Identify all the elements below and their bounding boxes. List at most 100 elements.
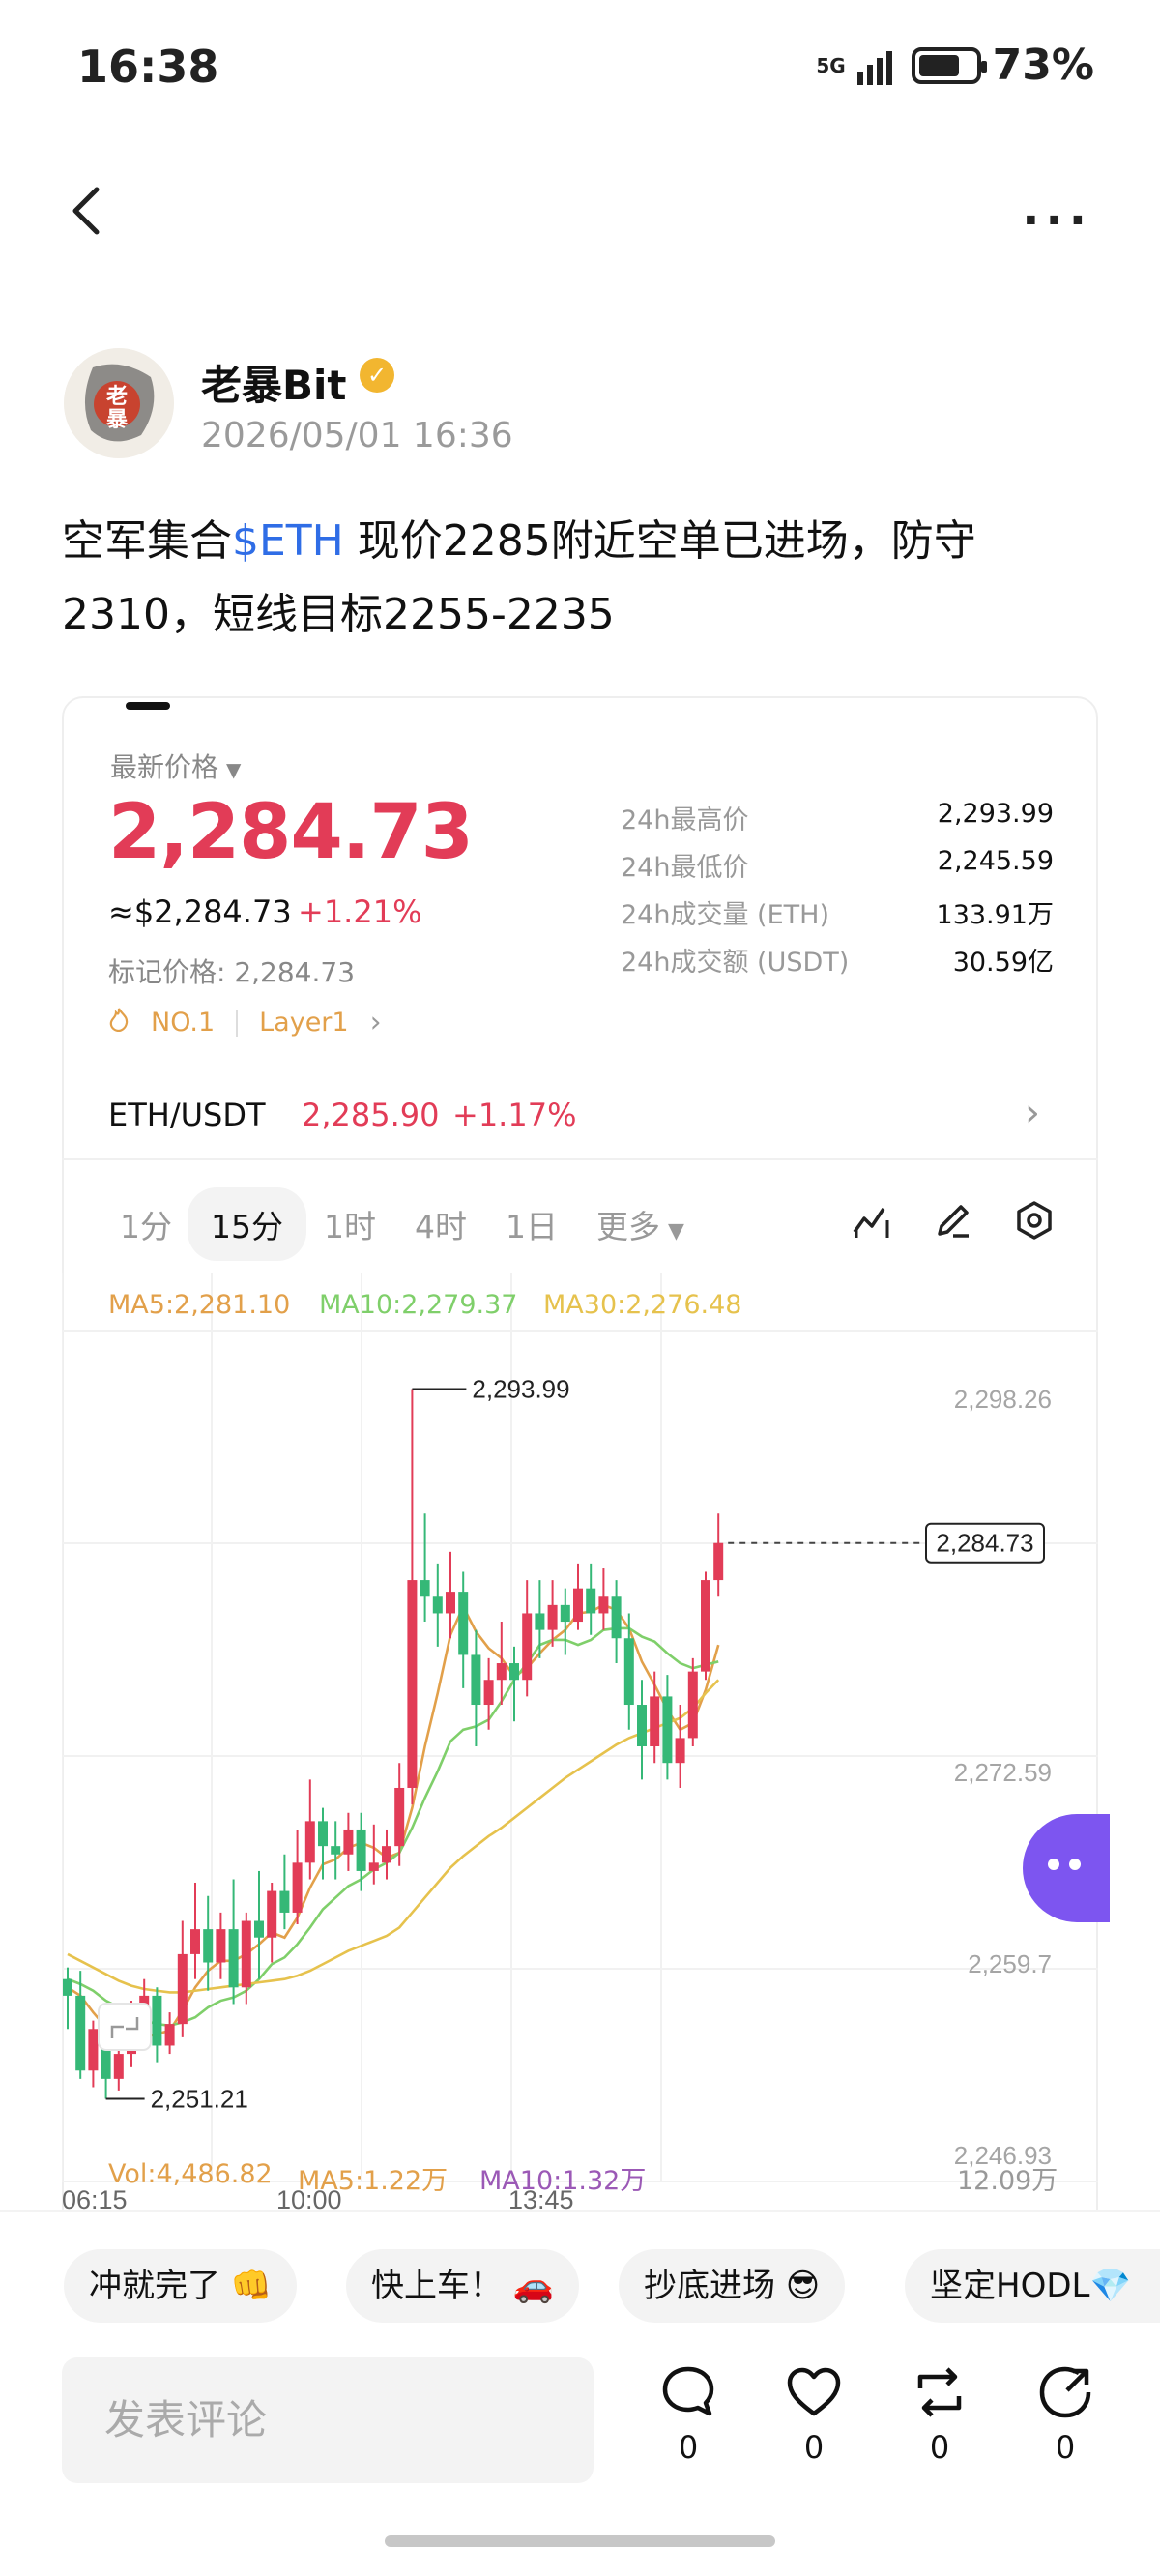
y-tick-label: 2,272.59 — [954, 1758, 1052, 1787]
post-text-before: 空军集合 — [62, 516, 232, 566]
repost-count: 0 — [929, 2429, 950, 2466]
divider — [62, 1158, 1098, 1160]
settings-hex-icon[interactable] — [1013, 1199, 1056, 1242]
avatar[interactable]: 老 暴 — [64, 348, 174, 458]
candle-body — [254, 1920, 264, 1938]
repost-button[interactable]: 0 — [901, 2365, 978, 2466]
repost-icon — [917, 2367, 962, 2417]
comment-input[interactable]: 发表评论 — [62, 2357, 594, 2483]
latest-price: 2,284.73 — [108, 789, 474, 876]
tab-4h[interactable]: 4时 — [415, 1195, 467, 1253]
ma-line-ma30 — [67, 1679, 720, 1994]
ma-line-ma5 — [67, 1603, 720, 2042]
candle-body — [164, 2024, 175, 2046]
candle-body — [547, 1604, 558, 1630]
tab-15m[interactable]: 15分 — [188, 1187, 306, 1261]
home-indicator — [385, 2535, 775, 2547]
candle-body — [368, 1862, 379, 1871]
candle-body — [675, 1738, 685, 1764]
chevron-right-icon[interactable]: › — [370, 1006, 382, 1039]
share-icon — [1039, 2366, 1091, 2418]
timeframe-tabs: 1分 15分 1时 4时 1日 更多 ▼ — [120, 1187, 723, 1261]
status-time: 16:38 — [77, 41, 219, 93]
reaction-chip[interactable]: 抄底进场 😎 — [619, 2249, 846, 2323]
ma5-legend: MA5:2,281.10 — [108, 1290, 291, 1320]
candle-body — [88, 2029, 99, 2071]
like-button[interactable]: 0 — [775, 2365, 853, 2466]
author-name[interactable]: 老暴Bit — [201, 353, 347, 412]
stat-value: 2,293.99 — [937, 799, 1054, 829]
mark-price: 标记价格: 2,284.73 — [108, 956, 356, 988]
post-text: 空军集合$ETH 现价2285附近空单已进场，防守2310，短线目标2255-2… — [62, 505, 1106, 652]
candle-body — [394, 1787, 405, 1847]
share-count: 0 — [1055, 2429, 1076, 2466]
y-tick-label: 2,298.26 — [954, 1385, 1052, 1414]
candle-body — [241, 1920, 251, 1988]
stat-label: 24h成交量 (ETH) — [621, 900, 829, 930]
candle-body — [203, 1929, 214, 1963]
tab-1m[interactable]: 1分 — [120, 1195, 172, 1253]
post-tag-link[interactable]: $ETH — [232, 516, 344, 566]
candle-body — [687, 1671, 698, 1739]
candle-body — [713, 1542, 724, 1581]
volume-axis-max: 12.09万 — [957, 2166, 1058, 2196]
comment-button[interactable]: 0 — [650, 2365, 727, 2466]
low-price-label: 2,251.21 — [151, 2084, 248, 2113]
candle-body — [407, 1580, 418, 1788]
chevron-right-icon[interactable]: › — [1025, 1091, 1040, 1135]
rank-tag[interactable]: NO.1 — [151, 1008, 215, 1038]
tag-divider — [236, 1009, 239, 1037]
share-button[interactable]: 0 — [1027, 2365, 1104, 2466]
candle-body — [382, 1846, 392, 1863]
chevron-left-icon[interactable] — [60, 182, 118, 240]
candle-body — [75, 1995, 86, 2071]
stat-value: 133.91万 — [936, 900, 1054, 930]
like-count: 0 — [803, 2429, 825, 2466]
candle-body — [216, 1929, 226, 1963]
latest-price-label[interactable]: 最新价格 ▼ — [110, 746, 241, 785]
stat-value: 30.59亿 — [952, 948, 1054, 978]
price-change: +1.21% — [298, 893, 422, 930]
candle-body — [446, 1592, 455, 1614]
stat-label: 24h最低价 — [621, 853, 749, 883]
candle-body — [420, 1580, 430, 1597]
tab-more[interactable]: 更多 ▼ — [596, 1195, 684, 1253]
tab-1d[interactable]: 1日 — [506, 1195, 558, 1253]
tab-1h[interactable]: 1时 — [324, 1195, 376, 1253]
candle-body — [471, 1654, 481, 1706]
reaction-chip[interactable]: 快上车！ 🚗 — [346, 2249, 580, 2323]
market-tags[interactable]: NO.1 Layer1 › — [108, 1006, 382, 1039]
stat-row: 24h成交量 (ETH) 133.91万 — [621, 893, 1054, 941]
candle-body — [292, 1862, 303, 1913]
candle-body — [304, 1821, 315, 1863]
avatar-char-2: 暴 — [106, 408, 129, 432]
candle-body — [509, 1663, 519, 1681]
battery-percent: 73% — [992, 41, 1094, 90]
like-heart-icon — [787, 2367, 841, 2416]
indicator-icon[interactable] — [851, 1199, 893, 1242]
reaction-chip[interactable]: 冲就完了 👊 — [64, 2249, 298, 2323]
comment-count: 0 — [678, 2429, 699, 2466]
candle-body — [573, 1588, 583, 1623]
candle-body — [535, 1613, 545, 1630]
reaction-chip[interactable]: 坚定HODL💎 — [905, 2249, 1160, 2323]
candle-body — [611, 1596, 622, 1639]
comment-icon — [662, 2366, 714, 2416]
candle-body — [267, 1890, 277, 1938]
candle-body — [483, 1680, 494, 1706]
pair-name[interactable]: ETH/USDT — [108, 1097, 266, 1133]
stat-value: 2,245.59 — [937, 846, 1054, 876]
draw-pen-icon[interactable] — [932, 1199, 974, 1242]
candle-body — [113, 2054, 124, 2079]
candle-body — [650, 1696, 660, 1746]
sector-tag[interactable]: Layer1 — [259, 1008, 348, 1038]
volume-ma10-legend: MA10:1.32万 — [479, 2166, 647, 2196]
volume-ma5-legend: MA5:1.22万 — [298, 2166, 449, 2196]
battery-icon — [911, 46, 987, 84]
candlestick-chart[interactable]: 2,298.262,272.592,259.72,246.9306:15 10:0… — [62, 1273, 1098, 2239]
stat-row: 24h成交额 (USDT) 30.59亿 — [621, 941, 1054, 988]
more-horizontal-icon[interactable]: ··· — [1022, 193, 1092, 248]
post-time: 2026/05/01 16:36 — [201, 416, 513, 455]
assistant-bot-icon[interactable] — [1023, 1814, 1110, 1922]
candle-body — [318, 1821, 328, 1847]
